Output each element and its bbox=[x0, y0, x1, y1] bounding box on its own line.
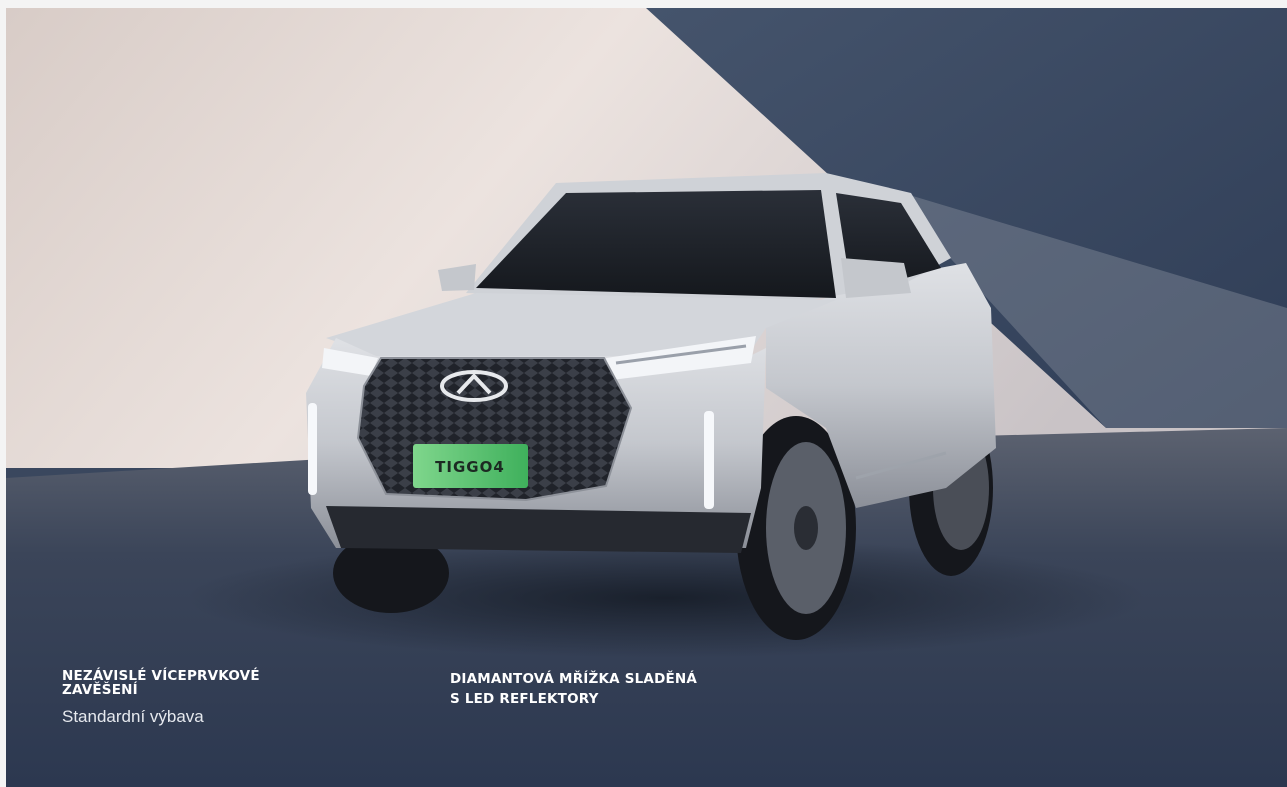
feature-title: DIAMANTOVÁ MŘÍŽKA SLADĚNÁ S LED REFLEKTO… bbox=[450, 671, 698, 707]
feature-subtitle: Standardní výbava bbox=[62, 707, 204, 726]
feature-caption-suspension: NEZÁVISLÉ VÍCEPRVKOVÉ ZAVĚŠENÍ Standardn… bbox=[62, 669, 362, 727]
feature-caption-grille: DIAMANTOVÁ MŘÍŽKA SLADĚNÁ S LED REFLEKTO… bbox=[450, 669, 790, 709]
feature-title: NEZÁVISLÉ VÍCEPRVKOVÉ ZAVĚŠENÍ bbox=[62, 668, 260, 698]
hero-banner: TIGGO4 NEZÁVISLÉ VÍCEPRVKOVÉ ZAVĚŠENÍ St… bbox=[6, 8, 1287, 787]
license-plate-text: TIGGO4 bbox=[435, 458, 505, 476]
